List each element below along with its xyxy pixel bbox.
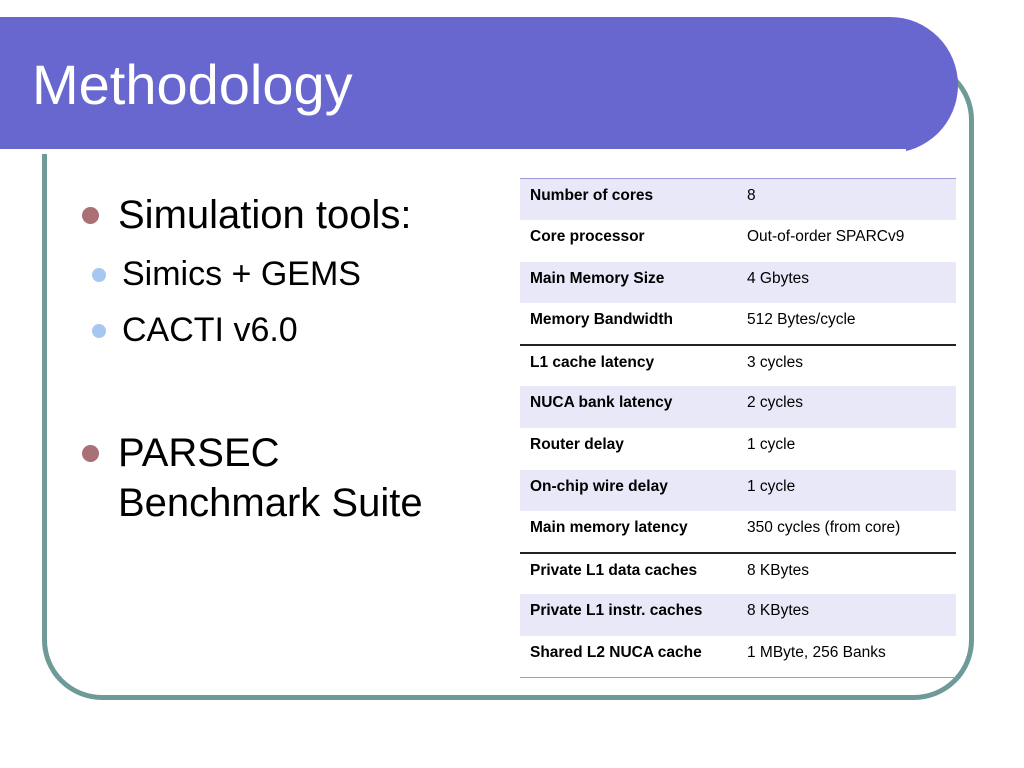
bullet-dot-icon (82, 207, 99, 224)
param-name: Number of cores (520, 178, 737, 221)
param-name: Main memory latency (520, 511, 737, 554)
param-value: 1 MByte, 256 Banks (747, 644, 886, 662)
param-name: Main Memory Size (520, 261, 737, 304)
bullet-text-line-1: PARSEC (118, 431, 280, 475)
sub-bullet-dot-icon (92, 268, 106, 282)
table-row: Main memory latency 350 cycles (from cor… (520, 511, 956, 554)
table-row: On-chip wire delay 1 cycle (520, 469, 956, 512)
bullet-parsec: PARSEC Benchmark Suite (78, 428, 508, 528)
title-bar: Methodology (0, 17, 958, 154)
table-row: Memory Bandwidth 512 Bytes/cycle (520, 303, 956, 346)
table-row: Private L1 data caches 8 KBytes (520, 553, 956, 595)
param-value: 8 (737, 178, 956, 221)
sub-bullet-text: CACTI v6.0 (122, 311, 298, 349)
table-row: Router delay 1 cycle (520, 428, 956, 470)
slide-title: Methodology (32, 53, 353, 116)
param-value: Out-of-order SPARCv9 (747, 228, 905, 246)
param-name: Shared L2 NUCA cache (530, 644, 702, 662)
bullet-dot-icon (82, 445, 99, 462)
sub-bullet-dot-icon (92, 324, 106, 338)
bullet-text-line-2: Benchmark Suite (118, 481, 423, 525)
param-name: Memory Bandwidth (520, 303, 737, 346)
param-name: Router delay (530, 436, 624, 454)
bullet-text: Simulation tools: (118, 193, 412, 237)
table-row: Core processor Out-of-order SPARCv9 (520, 220, 956, 262)
param-value: 1 cycle (747, 436, 796, 454)
param-name: NUCA bank latency (520, 386, 737, 429)
sub-bullet-cacti: CACTI v6.0 (88, 302, 508, 358)
param-name: Private L1 data caches (530, 561, 698, 579)
param-value: 3 cycles (747, 353, 803, 371)
bullet-list: Simulation tools: Simics + GEMS CACTI v6… (78, 190, 508, 528)
param-value: 8 KBytes (747, 561, 810, 579)
table-row: Private L1 instr. caches 8 KBytes (520, 594, 956, 637)
param-value: 350 cycles (from core) (737, 511, 956, 554)
sub-bullet-list: Simics + GEMS CACTI v6.0 (88, 246, 508, 358)
table-row: Shared L2 NUCA cache 1 MByte, 256 Banks (520, 636, 956, 678)
param-name: Private L1 instr. caches (520, 594, 737, 637)
param-value: 8 KBytes (737, 594, 956, 637)
param-value: 4 Gbytes (737, 261, 956, 304)
simulation-parameters-table: Number of cores 8 Core processor Out-of-… (520, 178, 956, 679)
sub-bullet-text: Simics + GEMS (122, 255, 361, 293)
table-row: Main Memory Size 4 Gbytes (520, 261, 956, 304)
param-value: 1 cycle (737, 469, 956, 512)
param-name: L1 cache latency (530, 353, 655, 371)
param-name: Core processor (530, 228, 645, 246)
bullet-simulation-tools: Simulation tools: (78, 190, 508, 240)
table-row: NUCA bank latency 2 cycles (520, 386, 956, 429)
param-value: 512 Bytes/cycle (737, 303, 956, 346)
sub-bullet-simics: Simics + GEMS (88, 246, 508, 302)
table-row: L1 cache latency 3 cycles (520, 345, 956, 387)
title-underline (0, 149, 906, 154)
param-name: On-chip wire delay (520, 469, 737, 512)
param-value: 2 cycles (737, 386, 956, 429)
table-row: Number of cores 8 (520, 178, 956, 221)
